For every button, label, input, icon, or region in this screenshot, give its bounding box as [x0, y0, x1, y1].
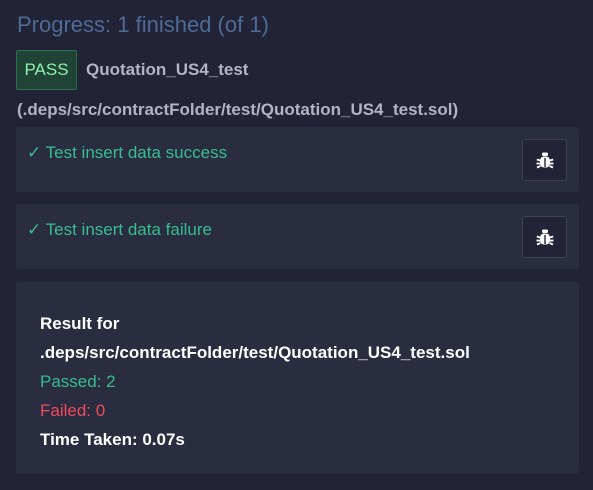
test-result-label: ✓ Test insert data failure — [27, 220, 212, 239]
debug-button[interactable] — [522, 216, 567, 258]
bug-icon — [536, 152, 553, 169]
test-result-card: ✓ Test insert data failure — [16, 204, 579, 269]
summary-failed-count: Failed: 0 — [40, 401, 106, 420]
bug-icon — [536, 229, 553, 246]
pass-status-badge: PASS — [16, 50, 77, 90]
summary-file-path: .deps/src/contractFolder/test/Quotation_… — [40, 343, 470, 362]
summary-passed-count: Passed: 2 — [40, 372, 116, 391]
progress-title: Progress: 1 finished (of 1) — [17, 12, 269, 37]
test-file-path: (.deps/src/contractFolder/test/Quotation… — [17, 100, 459, 119]
summary-time-taken: Time Taken: 0.07s — [40, 430, 185, 449]
test-file-name: Quotation_US4_test — [86, 60, 249, 79]
test-result-card: ✓ Test insert data success — [16, 127, 579, 192]
debug-button[interactable] — [522, 139, 567, 181]
test-result-label: ✓ Test insert data success — [27, 143, 228, 162]
result-summary-card: Result for .deps/src/contractFolder/test… — [16, 282, 579, 474]
summary-result-for: Result for — [40, 314, 120, 333]
